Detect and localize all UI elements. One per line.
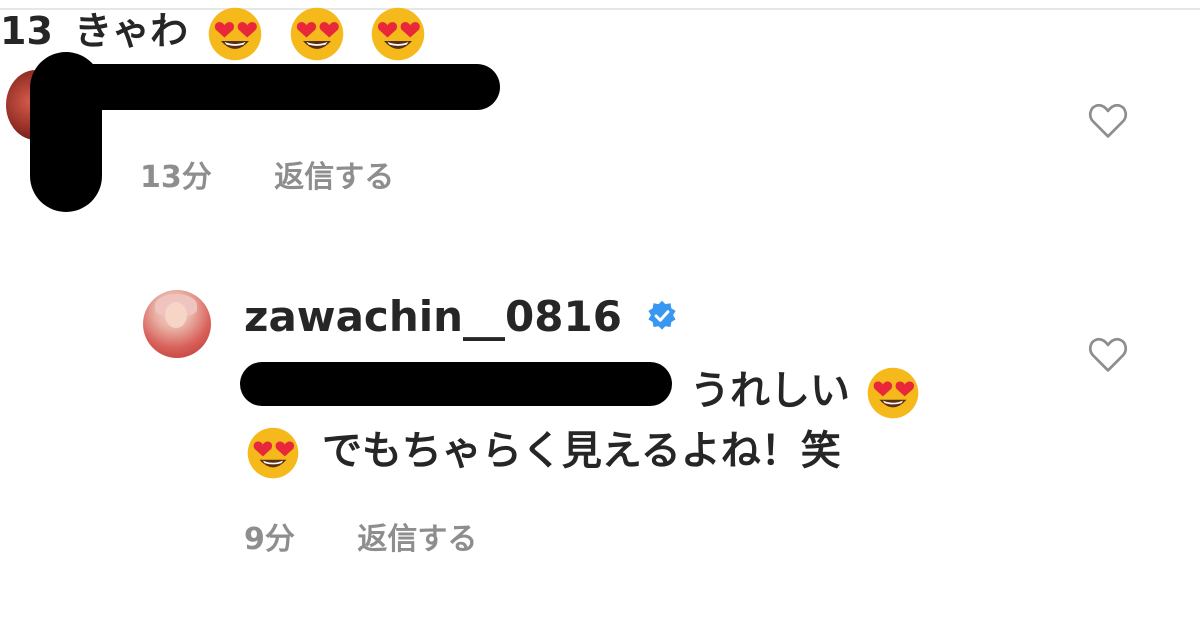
comment-text-line2: でもちゃらく見えるよね！笑	[246, 426, 841, 480]
like-button[interactable]	[1086, 100, 1130, 140]
comment-meta: 13分 返信する	[140, 152, 394, 196]
comment-body: でもちゃらく見えるよね！笑	[321, 428, 841, 474]
comment-text: 13 きゃわ	[0, 0, 1200, 62]
comment-item: 13 きゃわ 13分 返信する	[0, 0, 1200, 230]
heart-eyes-emoji-icon	[247, 427, 299, 479]
emoji-group	[207, 6, 425, 62]
comment-text-line1: うれしい	[690, 366, 920, 420]
comment-reply-item: zawachin__0816 うれしい でもちゃらく見えるよね！笑 9分 返信す…	[0, 280, 1200, 600]
heart-eyes-emoji-icon	[867, 367, 919, 419]
heart-outline-icon	[1088, 337, 1128, 372]
redaction-mark	[40, 64, 500, 110]
like-button[interactable]	[1086, 334, 1130, 374]
avatar-face	[165, 302, 187, 328]
comment-time: 13分	[140, 160, 212, 195]
avatar[interactable]	[143, 290, 211, 358]
heart-eyes-emoji-icon	[209, 7, 262, 60]
heart-eyes-emoji-icon	[371, 7, 425, 60]
comment-body: うれしい	[690, 368, 850, 414]
comment-body: きゃわ	[74, 9, 189, 53]
verified-badge-icon	[647, 300, 676, 330]
heart-eyes-emoji-icon	[290, 7, 343, 60]
redaction-mark	[240, 362, 672, 406]
heart-outline-icon	[1088, 103, 1128, 138]
reply-button[interactable]: 返信する	[274, 160, 394, 195]
comment-username[interactable]: zawachin__0816	[244, 296, 679, 338]
username-suffix[interactable]: 13	[0, 9, 53, 53]
comment-time: 9分	[244, 522, 295, 557]
username-text[interactable]: zawachin__0816	[244, 292, 622, 341]
reply-button[interactable]: 返信する	[357, 522, 477, 557]
comment-meta: 9分 返信する	[244, 514, 477, 558]
